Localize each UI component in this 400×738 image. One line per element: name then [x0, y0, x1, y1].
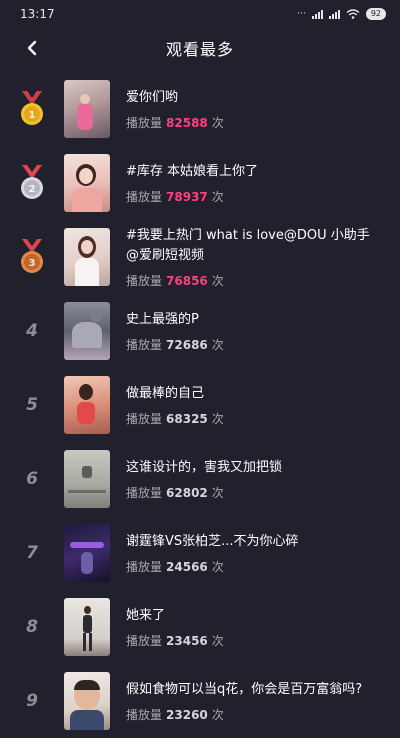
- rank-number: 5: [26, 395, 38, 415]
- rank-badge: 5: [0, 395, 64, 415]
- video-title: #库存 本姑娘看上你了: [126, 163, 259, 179]
- rank-badge: 7: [0, 543, 64, 563]
- play-number: 82588: [166, 115, 208, 130]
- play-count: 播放量 68325 次: [126, 411, 224, 426]
- video-thumbnail[interactable]: [64, 524, 110, 582]
- play-count: 播放量 72686 次: [126, 337, 224, 352]
- list-item[interactable]: 4 史上最强的P 播放量 72686 次: [0, 294, 400, 368]
- list-item[interactable]: 6 这谁设计的，害我又加把锁 播放量 62802 次: [0, 442, 400, 516]
- video-info: 做最棒的自己 播放量 68325 次: [126, 384, 400, 427]
- video-thumbnail[interactable]: [64, 302, 110, 360]
- battery-icon: 92: [365, 8, 386, 20]
- video-title: 假如食物可以当q花，你会是百万富翁吗?: [126, 681, 363, 697]
- video-thumbnail[interactable]: [64, 154, 110, 212]
- list-item[interactable]: 1 爱你们哟 播放量 82588 次: [0, 72, 400, 146]
- play-number: 72686: [166, 337, 208, 352]
- video-title: 做最棒的自己: [126, 385, 205, 401]
- chevron-left-icon: [27, 40, 37, 56]
- rank-badge: 8: [0, 617, 64, 637]
- status-icons: ··· 92: [297, 8, 386, 20]
- video-thumbnail[interactable]: [64, 228, 110, 286]
- gold-medal-icon: 1: [16, 91, 48, 127]
- play-count: 播放量 78937 次: [126, 189, 224, 204]
- video-thumbnail[interactable]: [64, 672, 110, 730]
- play-count: 播放量 62802 次: [126, 485, 224, 500]
- rank-number: 8: [26, 617, 38, 637]
- video-info: #我要上热门 what is love@DOU 小助手 @爱刷短视频 播放量 76…: [126, 226, 400, 289]
- video-thumbnail[interactable]: [64, 450, 110, 508]
- signal-icon-2: [328, 9, 340, 19]
- status-bar: 13:17 ··· 92: [0, 0, 400, 28]
- video-title: 爱你们哟: [126, 89, 179, 105]
- list-item[interactable]: 8 她来了 播放量 23456 次: [0, 590, 400, 664]
- more-dots-icon: ···: [297, 9, 306, 19]
- video-info: 这谁设计的，害我又加把锁 播放量 62802 次: [126, 458, 400, 501]
- list-item[interactable]: 5 做最棒的自己 播放量 68325 次: [0, 368, 400, 442]
- video-info: 史上最强的P 播放量 72686 次: [126, 310, 400, 353]
- play-number: 68325: [166, 411, 208, 426]
- play-count: 播放量 23260 次: [126, 707, 224, 722]
- play-number: 24566: [166, 559, 208, 574]
- rank-number: 6: [26, 469, 38, 489]
- signal-icon: [311, 9, 323, 19]
- rank-badge: 9: [0, 691, 64, 711]
- play-count: 播放量 23456 次: [126, 633, 224, 648]
- rank-number: 4: [26, 321, 38, 341]
- list-item[interactable]: 3 #我要上热门 what is love@DOU 小助手 @爱刷短视频 播放量…: [0, 220, 400, 294]
- video-list: 1 爱你们哟 播放量 82588 次 2 #库存 本姑娘看上你了 播放量 78937 次: [0, 72, 400, 738]
- svg-text:3: 3: [29, 258, 36, 269]
- play-count: 播放量 24566 次: [126, 559, 224, 574]
- list-item[interactable]: 2 #库存 本姑娘看上你了 播放量 78937 次: [0, 146, 400, 220]
- play-count: 播放量 82588 次: [126, 115, 224, 130]
- video-info: 假如食物可以当q花，你会是百万富翁吗? 播放量 23260 次: [126, 680, 400, 723]
- video-title: 谢霆锋VS张柏芝...不为你心碎: [126, 533, 299, 549]
- list-item[interactable]: 9 假如食物可以当q花，你会是百万富翁吗? 播放量 23260 次: [0, 664, 400, 738]
- play-count: 播放量 76856 次: [126, 273, 224, 288]
- video-info: 她来了 播放量 23456 次: [126, 606, 400, 649]
- play-number: 62802: [166, 485, 208, 500]
- video-info: 爱你们哟 播放量 82588 次: [126, 88, 400, 131]
- wifi-icon: [346, 9, 360, 19]
- video-thumbnail[interactable]: [64, 598, 110, 656]
- rank-number: 9: [26, 691, 38, 711]
- rank-badge: 2: [0, 165, 64, 201]
- status-time: 13:17: [20, 7, 55, 21]
- video-thumbnail[interactable]: [64, 80, 110, 138]
- bronze-medal-icon: 3: [16, 239, 48, 275]
- svg-text:1: 1: [29, 110, 36, 121]
- rank-badge: 1: [0, 91, 64, 127]
- video-title: 这谁设计的，害我又加把锁: [126, 459, 283, 475]
- play-number: 78937: [166, 189, 208, 204]
- rank-badge: 4: [0, 321, 64, 341]
- rank-badge: 3: [0, 239, 64, 275]
- rank-badge: 6: [0, 469, 64, 489]
- video-title: 她来了: [126, 607, 166, 623]
- header: 观看最多: [0, 28, 400, 68]
- video-info: #库存 本姑娘看上你了 播放量 78937 次: [126, 162, 400, 205]
- play-number: 23456: [166, 633, 208, 648]
- svg-text:2: 2: [29, 184, 36, 195]
- list-item[interactable]: 7 谢霆锋VS张柏芝...不为你心碎 播放量 24566 次: [0, 516, 400, 590]
- rank-number: 7: [26, 543, 38, 563]
- page-title: 观看最多: [165, 40, 234, 59]
- video-title: #我要上热门 what is love@DOU 小助手 @爱刷短视频: [126, 227, 370, 263]
- silver-medal-icon: 2: [16, 165, 48, 201]
- video-title: 史上最强的P: [126, 311, 199, 327]
- play-number: 76856: [166, 273, 208, 288]
- back-button[interactable]: [20, 36, 44, 60]
- video-info: 谢霆锋VS张柏芝...不为你心碎 播放量 24566 次: [126, 532, 400, 575]
- video-thumbnail[interactable]: [64, 376, 110, 434]
